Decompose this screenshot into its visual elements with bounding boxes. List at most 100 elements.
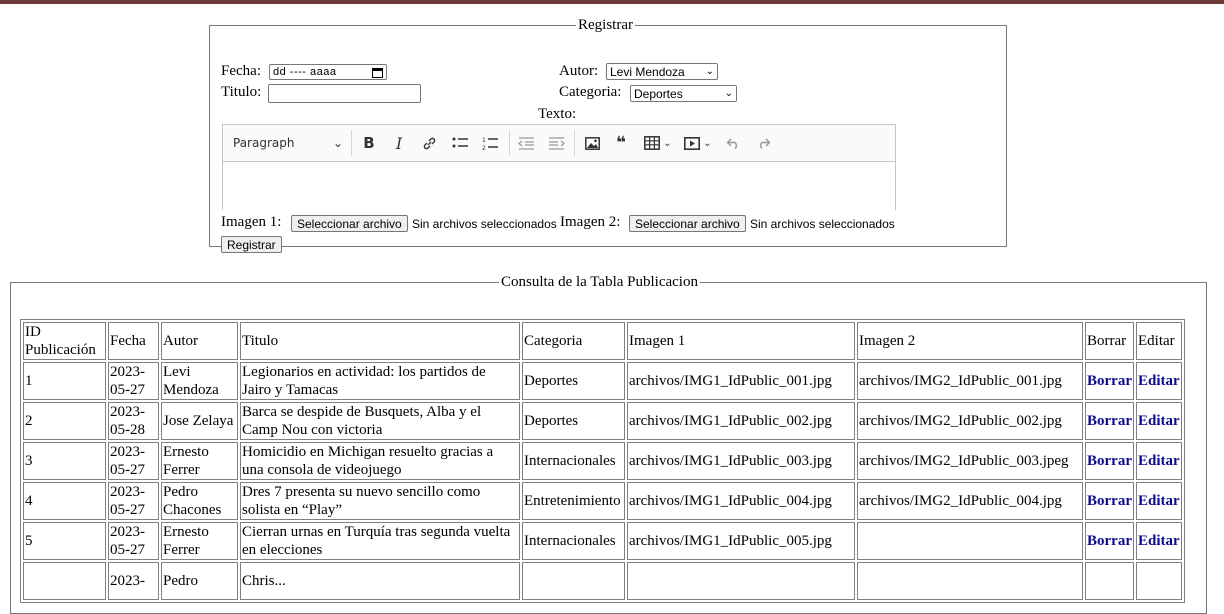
outdent-icon[interactable]	[515, 125, 537, 161]
autor-select[interactable]: Levi Mendoza ⌄	[606, 63, 718, 80]
blockquote-icon[interactable]: ❝	[611, 125, 631, 161]
cell-imagen1: archivos/IMG1_IdPublic_004.jpg	[627, 482, 855, 520]
editar-link[interactable]: Editar	[1135, 442, 1182, 480]
cell-titulo: Barca se despide de Busquets, Alba y el …	[240, 402, 520, 440]
cell-fecha: 2023-05-28	[108, 402, 159, 440]
indent-icon[interactable]	[545, 125, 567, 161]
cell-id: 2	[23, 402, 106, 440]
chevron-down-icon: ⌄	[332, 136, 343, 150]
autor-selected: Levi Mendoza	[610, 64, 685, 79]
rich-text-editor: Paragraph ⌄ B I 12 ❝ ⌄ ⌄	[222, 124, 896, 210]
cell-titulo: Cierran urnas en Turquía tras segunda vu…	[240, 522, 520, 560]
heading-dropdown[interactable]: Paragraph ⌄	[233, 125, 343, 161]
table-row: 1 2023-05-27 Levi Mendoza Legionarios en…	[23, 362, 1182, 400]
imagen1-file-status: Sin archivos seleccionados	[412, 217, 557, 231]
categoria-select[interactable]: Deportes ⌄	[630, 85, 737, 102]
cell-imagen1	[627, 562, 855, 600]
top-accent-bar	[0, 0, 1224, 4]
cell-imagen2: archivos/IMG2_IdPublic_004.jpg	[857, 482, 1083, 520]
toolbar-divider	[351, 130, 352, 156]
table-header-row: ID Publicación Fecha Autor Titulo Catego…	[23, 322, 1182, 360]
editar-link[interactable]	[1135, 562, 1182, 600]
cell-imagen2: archivos/IMG2_IdPublic_001.jpg	[857, 362, 1083, 400]
cell-autor: Levi Mendoza	[161, 362, 238, 400]
cell-titulo: Dres 7 presenta su nuevo sencillo como s…	[240, 482, 520, 520]
link-icon[interactable]	[419, 125, 439, 161]
fecha-date-input[interactable]: dd ---- aaaa	[269, 64, 387, 80]
cell-imagen1: archivos/IMG1_IdPublic_001.jpg	[627, 362, 855, 400]
table-row: 3 2023-05-27 Ernesto Ferrer Homicidio en…	[23, 442, 1182, 480]
cell-autor: Pedro	[161, 562, 238, 600]
cell-categoria: Deportes	[522, 362, 625, 400]
fecha-label: Fecha:	[221, 63, 261, 79]
cell-titulo: Chris...	[240, 562, 520, 600]
cell-id: 1	[23, 362, 106, 400]
cell-id	[23, 562, 106, 600]
bold-icon[interactable]: B	[359, 125, 379, 161]
chevron-down-icon: ⌄	[705, 66, 714, 77]
cell-categoria	[522, 562, 625, 600]
media-icon[interactable]: ⌄	[681, 125, 715, 161]
cell-autor: Ernesto Ferrer	[161, 442, 238, 480]
borrar-link[interactable]: Borrar	[1085, 402, 1134, 440]
cell-fecha: 2023-05-27	[108, 522, 159, 560]
cell-imagen2: archivos/IMG2_IdPublic_002.jpg	[857, 402, 1083, 440]
borrar-link[interactable]: Borrar	[1085, 442, 1134, 480]
imagen2-file-button[interactable]: Seleccionar archivo	[629, 215, 746, 232]
titulo-label: Titulo:	[221, 84, 262, 100]
table-row: 2 2023-05-28 Jose Zelaya Barca se despid…	[23, 402, 1182, 440]
cell-titulo: Legionarios en actividad: los partidos d…	[240, 362, 520, 400]
cell-categoria: Deportes	[522, 402, 625, 440]
editar-link[interactable]: Editar	[1135, 482, 1182, 520]
cell-categoria: Entretenimiento	[522, 482, 625, 520]
header-id: ID Publicación	[23, 322, 106, 360]
italic-icon[interactable]: I	[389, 125, 409, 161]
redo-icon[interactable]	[753, 125, 773, 161]
header-borrar: Borrar	[1085, 322, 1134, 360]
table-icon[interactable]: ⌄	[641, 125, 675, 161]
editor-content-area[interactable]	[223, 162, 895, 210]
cell-autor: Ernesto Ferrer	[161, 522, 238, 560]
cell-titulo: Homicidio en Michigan resuelto gracias a…	[240, 442, 520, 480]
cell-autor: Pedro Chacones	[161, 482, 238, 520]
imagen2-file-status: Sin archivos seleccionados	[750, 217, 895, 231]
editar-link[interactable]: Editar	[1135, 362, 1182, 400]
categoria-selected: Deportes	[634, 86, 683, 101]
cell-id: 4	[23, 482, 106, 520]
imagen1-file-button[interactable]: Seleccionar archivo	[291, 215, 408, 232]
register-fieldset: Registrar Fecha: dd ---- aaaa Autor: Lev…	[209, 17, 1007, 253]
header-imagen2: Imagen 2	[857, 322, 1083, 360]
table-row: 2023- Pedro Chris...	[23, 562, 1182, 600]
toolbar-divider	[574, 130, 575, 156]
calendar-icon[interactable]	[372, 67, 383, 78]
cell-autor: Jose Zelaya	[161, 402, 238, 440]
chevron-down-icon: ⌄	[663, 137, 672, 149]
header-categoria: Categoria	[522, 322, 625, 360]
bulleted-list-icon[interactable]	[449, 125, 471, 161]
cell-id: 3	[23, 442, 106, 480]
borrar-link[interactable]: Borrar	[1085, 482, 1134, 520]
editar-link[interactable]: Editar	[1135, 402, 1182, 440]
chevron-down-icon: ⌄	[703, 137, 712, 149]
image-icon[interactable]	[581, 125, 603, 161]
query-legend: Consulta de la Tabla Publicacion	[501, 274, 698, 290]
table-row: 5 2023-05-27 Ernesto Ferrer Cierran urna…	[23, 522, 1182, 560]
undo-icon[interactable]	[723, 125, 743, 161]
header-autor: Autor	[161, 322, 238, 360]
registrar-submit-button[interactable]: Registrar	[221, 236, 282, 253]
toolbar-divider	[509, 130, 510, 156]
borrar-link[interactable]: Borrar	[1085, 522, 1134, 560]
editor-toolbar: Paragraph ⌄ B I 12 ❝ ⌄ ⌄	[223, 125, 895, 162]
borrar-link[interactable]: Borrar	[1085, 362, 1134, 400]
cell-fecha: 2023-05-27	[108, 442, 159, 480]
cell-imagen1: archivos/IMG1_IdPublic_003.jpg	[627, 442, 855, 480]
imagen2-label: Imagen 2:	[560, 214, 621, 230]
numbered-list-icon[interactable]: 12	[479, 125, 501, 161]
cell-imagen2	[857, 562, 1083, 600]
borrar-link[interactable]	[1085, 562, 1134, 600]
imagen1-label: Imagen 1:	[221, 214, 282, 230]
editar-link[interactable]: Editar	[1135, 522, 1182, 560]
cell-categoria: Internacionales	[522, 522, 625, 560]
titulo-input[interactable]	[268, 84, 421, 103]
header-fecha: Fecha	[108, 322, 159, 360]
